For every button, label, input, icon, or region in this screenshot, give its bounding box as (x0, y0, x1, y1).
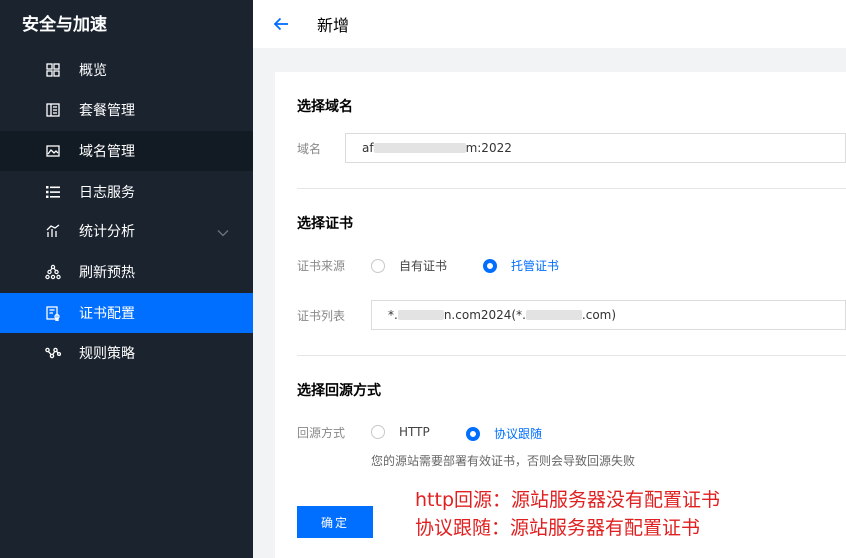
radio-own-cert[interactable]: 自有证书 (371, 257, 447, 274)
domain-select[interactable]: af m:2022 (345, 133, 846, 163)
sidebar-item-rules[interactable]: 规则策略 (0, 333, 253, 373)
sidebar-item-refresh[interactable]: 刷新预热 (0, 252, 253, 292)
sidebar-item-label: 概览 (79, 63, 107, 79)
redacted-mask (397, 310, 444, 320)
sidebar-item-domain[interactable]: 域名管理 (0, 131, 253, 171)
radio-http[interactable]: HTTP (371, 425, 430, 439)
cert-list-select[interactable]: *. n.com2024(*. .com) (371, 300, 846, 330)
redacted-mask (525, 310, 582, 320)
origin-label: 回源方式 (297, 426, 346, 440)
radio-managed-cert[interactable]: 托管证书 (483, 257, 559, 274)
sidebar-item-certificate[interactable]: 证书配置 (0, 293, 253, 333)
radio-circle[interactable] (371, 425, 385, 439)
domain-value-suffix: m:2022 (465, 141, 512, 155)
origin-section-title: 选择回源方式 (297, 383, 381, 399)
divider (297, 188, 846, 189)
sidebar-item-label: 日志服务 (79, 185, 135, 201)
divider (297, 355, 846, 356)
sidebar-item-package[interactable]: 套餐管理 (0, 90, 253, 130)
package-icon (44, 101, 62, 119)
domain-icon (44, 142, 62, 160)
radio-label: 自有证书 (399, 259, 448, 273)
cert-source-label: 证书来源 (297, 259, 346, 273)
certificate-icon (44, 304, 62, 322)
list-icon (44, 183, 62, 201)
radio-protocol-follow[interactable]: 协议跟随 (466, 425, 542, 442)
tree-icon (44, 263, 62, 281)
cert-list-label: 证书列表 (297, 309, 346, 323)
sidebar: 安全与加速 概览 套餐管理 域名管理 日志服务 统计分析 刷新预热 证书配置 规… (0, 0, 253, 558)
cert-value-a: *. (388, 308, 398, 322)
radio-label: 协议跟随 (494, 427, 543, 441)
cert-value-b: n.com2024(*. (443, 308, 526, 322)
chart-icon (44, 222, 62, 240)
sidebar-item-stats[interactable]: 统计分析 (0, 211, 253, 251)
radio-circle-selected[interactable] (466, 426, 480, 441)
cert-section-title: 选择证书 (297, 216, 353, 232)
sidebar-item-logs[interactable]: 日志服务 (0, 172, 253, 212)
radio-circle[interactable] (371, 258, 385, 273)
sidebar-item-label: 套餐管理 (79, 103, 135, 119)
back-arrow-icon[interactable] (273, 16, 289, 32)
sidebar-title: 安全与加速 (22, 15, 107, 35)
sidebar-item-label: 统计分析 (79, 224, 135, 240)
page-header: 新增 (253, 0, 846, 48)
sidebar-item-label: 证书配置 (79, 306, 135, 322)
grid-icon (44, 61, 62, 79)
sidebar-item-label: 域名管理 (79, 144, 135, 160)
sidebar-item-label: 规则策略 (79, 346, 135, 362)
domain-label: 域名 (297, 142, 322, 156)
sidebar-item-overview[interactable]: 概览 (0, 50, 253, 90)
annotation-http: http回源：源站服务器没有配置证书 (415, 489, 721, 511)
radio-label: HTTP (399, 425, 430, 439)
domain-value-prefix: af (362, 141, 374, 155)
page-title: 新增 (317, 16, 350, 35)
annotation-protocol-follow: 协议跟随：源站服务器有配置证书 (415, 517, 701, 539)
sidebar-item-label: 刷新预热 (79, 265, 135, 281)
radio-circle-selected[interactable] (483, 258, 497, 273)
cert-value-c: .com) (581, 308, 617, 322)
rules-icon (44, 344, 62, 362)
redacted-mask (373, 143, 466, 153)
origin-hint: 您的源站需要部署有效证书，否则会导致回源失败 (371, 454, 636, 468)
domain-section-title: 选择域名 (297, 99, 353, 115)
chevron-down-icon[interactable] (217, 225, 229, 241)
confirm-button[interactable]: 确定 (297, 506, 373, 538)
radio-label: 托管证书 (511, 259, 560, 273)
